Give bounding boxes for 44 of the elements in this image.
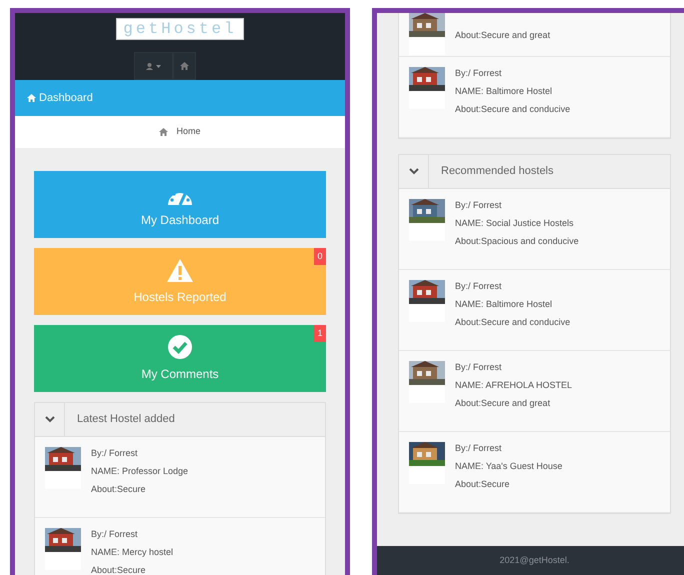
author-text: By:/ Forrest: [455, 280, 503, 293]
dashboard-tile[interactable]: My Dashboard: [34, 171, 326, 238]
check-circle-icon: [168, 334, 192, 358]
panel-title: Recommended hostels: [440, 164, 554, 180]
author-text: By:/ Forrest: [91, 528, 139, 541]
hostel-about: About:Secure and great: [455, 397, 552, 410]
hostel-about: About:Spacious and conducive: [455, 235, 579, 248]
hostel-name: NAME: Professor Lodge: [91, 465, 188, 478]
chevron-down-icon[interactable]: [408, 168, 418, 175]
gauge-icon: [168, 192, 192, 204]
hostel-name: NAME: Mercy hostel: [91, 546, 174, 559]
user-icon: [146, 62, 153, 70]
dashboard-tile[interactable]: Hostels Reported 0: [34, 248, 326, 315]
hostel-about: About:Secure and conducive: [455, 103, 570, 116]
author-text: By:/ Forrest: [455, 442, 503, 455]
hostel-about: About:Secure: [91, 483, 147, 496]
panel-title: Latest Hostel added: [76, 412, 175, 428]
home-icon: [180, 62, 189, 70]
chevron-down-icon[interactable]: [44, 416, 54, 423]
warning-icon: [167, 258, 193, 282]
home-icon: [159, 128, 168, 136]
hostel-about: About:Secure and conducive: [455, 316, 570, 329]
caret-icon: [156, 64, 161, 68]
hostel-about: About:Secure: [455, 478, 511, 491]
hostel-name: NAME: Baltimore Hostel: [455, 85, 554, 98]
hostel-about: About:Secure and great: [455, 29, 550, 42]
author-text: By:/ Forrest: [91, 447, 139, 460]
hostel-name: NAME: Social Justice Hostels: [455, 217, 575, 230]
home-button[interactable]: [173, 52, 196, 80]
hostel-name: NAME: AFREHOLA HOSTEL: [455, 379, 572, 392]
breadcrumb-link[interactable]: Home: [176, 125, 200, 139]
hostel-about: About:Secure: [91, 564, 147, 575]
hostel-name: NAME: Yaa's Guest House: [455, 460, 562, 473]
count-badge: 0: [314, 248, 326, 265]
author-text: By:/ Forrest: [455, 199, 503, 212]
footer-text: 2021@getHostel.: [500, 554, 570, 567]
hostel-name: NAME: Baltimore Hostel: [455, 298, 554, 311]
home-icon: [27, 94, 36, 102]
author-text: By:/ Forrest: [455, 361, 503, 374]
user-menu-button[interactable]: [134, 52, 173, 80]
dashboard-tile[interactable]: My Comments 1: [34, 325, 326, 392]
bar-title[interactable]: Dashboard: [39, 90, 93, 106]
count-badge: 1: [314, 325, 326, 342]
author-text: By:/ Forrest: [455, 67, 503, 80]
